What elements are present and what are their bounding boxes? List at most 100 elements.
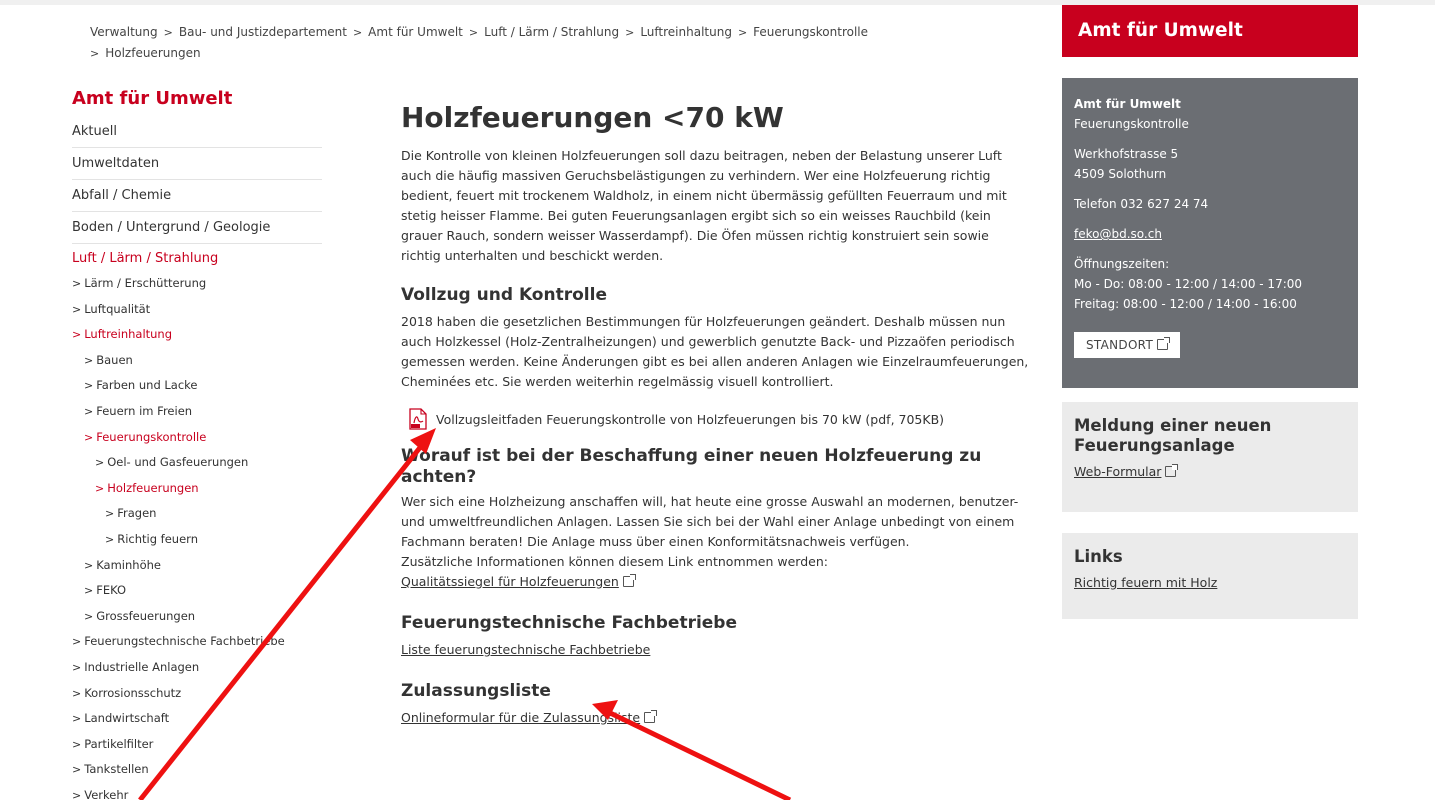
chevron-right-icon: >: [72, 328, 82, 342]
chevron-right-icon: >: [72, 302, 82, 316]
subnav-item-label: Luftreinhaltung: [84, 327, 173, 342]
chevron-right-icon: >: [72, 635, 82, 649]
links-box: Links Richtig feuern mit Holz: [1062, 533, 1358, 619]
chevron-right-icon: >: [625, 26, 635, 39]
web-formular-link[interactable]: Web-Formular: [1074, 464, 1161, 479]
contact-box: Amt für Umwelt Feuerungskontrolle Werkho…: [1062, 78, 1358, 388]
subnav-item-label: Fragen: [117, 506, 157, 521]
nav-item-luft-laerm-active[interactable]: Luft / Lärm / Strahlung: [72, 244, 322, 271]
contact-dept: Feuerungskontrolle: [1074, 117, 1189, 131]
subnav-item[interactable]: > Oel- und Gasfeuerungen: [72, 450, 322, 476]
chevron-right-icon: >: [105, 507, 115, 521]
chevron-right-icon: >: [72, 788, 82, 800]
meldung-box: Meldung einer neuen Feuerungsanlage Web-…: [1062, 402, 1358, 512]
contact-street: Werkhofstrasse 5: [1074, 147, 1179, 161]
subnav-item-label: Farben und Lacke: [96, 378, 198, 393]
section-zulassungsliste-title: Zulassungsliste: [401, 681, 551, 701]
pdf-link-vollzugsleitfaden[interactable]: Vollzugsleitfaden Feuerungskontrolle von…: [436, 412, 944, 427]
subnav-item-label: Kaminhöhe: [96, 557, 161, 572]
richtig-feuern-link[interactable]: Richtig feuern mit Holz: [1074, 575, 1217, 590]
breadcrumb-luft-laerm[interactable]: Luft / Lärm / Strahlung: [484, 25, 619, 39]
section-vollzug-text: 2018 haben die gesetzlichen Bestimmungen…: [401, 314, 1029, 389]
subnav-item[interactable]: > FEKO: [72, 578, 322, 604]
chevron-right-icon: >: [84, 609, 94, 623]
standort-button-label: STANDORT: [1086, 338, 1154, 352]
subnav-item[interactable]: > Verkehr: [72, 783, 322, 800]
subnav-item[interactable]: > Bauen: [72, 348, 322, 374]
chevron-right-icon: >: [468, 26, 479, 39]
link-qualitaetssiegel[interactable]: Qualitätssiegel für Holzfeuerungen: [401, 574, 619, 589]
opening-hours-fr: Freitag: 08:00 - 12:00 / 14:00 - 16:00: [1074, 297, 1297, 311]
external-link-icon: [644, 710, 658, 723]
subnav-item[interactable]: > Industrielle Anlagen: [72, 655, 322, 681]
subnav-item[interactable]: > Fragen: [72, 501, 322, 527]
breadcrumb-verwaltung[interactable]: Verwaltung: [90, 25, 158, 39]
links-title: Links: [1074, 547, 1123, 566]
subnav-item-label: Verkehr: [84, 787, 129, 800]
subnav-item[interactable]: > Richtig feuern: [72, 527, 322, 553]
link-onlineformular-zulassungsliste[interactable]: Onlineformular für die Zulassungsliste: [401, 710, 640, 725]
chevron-right-icon: >: [84, 353, 94, 367]
subnav-item[interactable]: > Luftreinhaltung: [72, 322, 322, 348]
nav-title[interactable]: Amt für Umwelt: [72, 88, 322, 116]
subnav-item[interactable]: > Landwirtschaft: [72, 706, 322, 732]
subnav-item[interactable]: > Farben und Lacke: [72, 373, 322, 399]
external-link-icon: [1157, 337, 1171, 350]
subnav-item-label: Landwirtschaft: [84, 711, 170, 726]
subnav-item[interactable]: > Feuerungskontrolle: [72, 425, 322, 451]
subnav-item[interactable]: > Tankstellen: [72, 757, 322, 783]
subnav-item[interactable]: > Grossfeuerungen: [72, 604, 322, 630]
pdf-file-icon: [409, 408, 427, 430]
subnav-item[interactable]: > Lärm / Erschütterung: [72, 271, 322, 297]
chevron-right-icon: >: [737, 26, 748, 39]
subnav-item[interactable]: > Luftqualität: [72, 297, 322, 323]
chevron-right-icon: >: [72, 660, 82, 674]
nav-item-aktuell[interactable]: Aktuell: [72, 116, 322, 148]
chevron-right-icon: >: [84, 430, 94, 444]
chevron-right-icon: >: [84, 558, 94, 572]
opening-hours-label: Öffnungszeiten:: [1074, 257, 1170, 271]
nav-item-abfall-chemie[interactable]: Abfall / Chemie: [72, 180, 322, 212]
section-beschaffung-text: Wer sich eine Holzheizung anschaffen wil…: [401, 494, 1019, 549]
contact-phone[interactable]: Telefon 032 627 24 74: [1074, 194, 1346, 214]
subnav-item-label: Bauen: [96, 352, 133, 367]
subnav-item-label: Feuerungskontrolle: [96, 429, 207, 444]
subnav-item[interactable]: > Kaminhöhe: [72, 553, 322, 579]
breadcrumb-bau-justiz[interactable]: Bau- und Justizdepartement: [179, 25, 347, 39]
subnav-item-label: Partikelfilter: [84, 736, 154, 751]
subnav-item[interactable]: > Holzfeuerungen: [72, 476, 322, 502]
subnav-item[interactable]: > Korrosionsschutz: [72, 681, 322, 707]
page-title: Holzfeuerungen <70 kW: [401, 101, 784, 134]
standort-button[interactable]: STANDORT: [1074, 332, 1181, 358]
chevron-right-icon: >: [90, 47, 100, 60]
nav-item-umweltdaten[interactable]: Umweltdaten: [72, 148, 322, 180]
subnav-item[interactable]: > Feuern im Freien: [72, 399, 322, 425]
breadcrumb-feuerungskontrolle[interactable]: Feuerungskontrolle: [753, 25, 868, 39]
subnav-item-label: Luftqualität: [84, 301, 151, 316]
subnav-item-label: Industrielle Anlagen: [84, 659, 200, 674]
breadcrumb-luftreinhaltung[interactable]: Luftreinhaltung: [640, 25, 732, 39]
chevron-right-icon: >: [352, 26, 363, 39]
opening-hours-mo-do: Mo - Do: 08:00 - 12:00 / 14:00 - 17:00: [1074, 277, 1303, 291]
subnav-item[interactable]: > Partikelfilter: [72, 732, 322, 758]
subnav-item-label: Lärm / Erschütterung: [84, 276, 207, 290]
subnav-item-label: Holzfeuerungen: [107, 480, 199, 495]
chevron-right-icon: >: [163, 26, 173, 39]
section-vollzug-title: Vollzug und Kontrolle: [401, 285, 607, 305]
subnav-item-label: Feuerungstechnische Fachbetriebe: [84, 634, 285, 649]
chevron-right-icon: >: [72, 737, 82, 751]
subnav-item-label: Korrosionsschutz: [84, 685, 182, 700]
contact-email-link[interactable]: feko@bd.so.ch: [1074, 227, 1162, 241]
subnav-item-label: Feuern im Freien: [96, 403, 193, 418]
right-header: Amt für Umwelt: [1062, 5, 1358, 57]
section-beschaffung-title: Worauf ist bei der Beschaffung einer neu…: [401, 446, 982, 487]
pdf-download-row[interactable]: Vollzugsleitfaden Feuerungskontrolle von…: [401, 406, 1029, 432]
subnav-item-label: Oel- und Gasfeuerungen: [107, 455, 249, 470]
nav-item-boden[interactable]: Boden / Untergrund / Geologie: [72, 212, 322, 244]
left-navigation: Amt für Umwelt Aktuell Umweltdaten Abfal…: [72, 88, 322, 800]
link-liste-fachbetriebe[interactable]: Liste feuerungstechnische Fachbetriebe: [401, 642, 650, 657]
chevron-right-icon: >: [84, 584, 94, 598]
breadcrumb-amt-umwelt[interactable]: Amt für Umwelt: [368, 25, 463, 39]
subnav-item[interactable]: > Feuerungstechnische Fachbetriebe: [72, 629, 322, 655]
chevron-right-icon: >: [72, 712, 82, 726]
